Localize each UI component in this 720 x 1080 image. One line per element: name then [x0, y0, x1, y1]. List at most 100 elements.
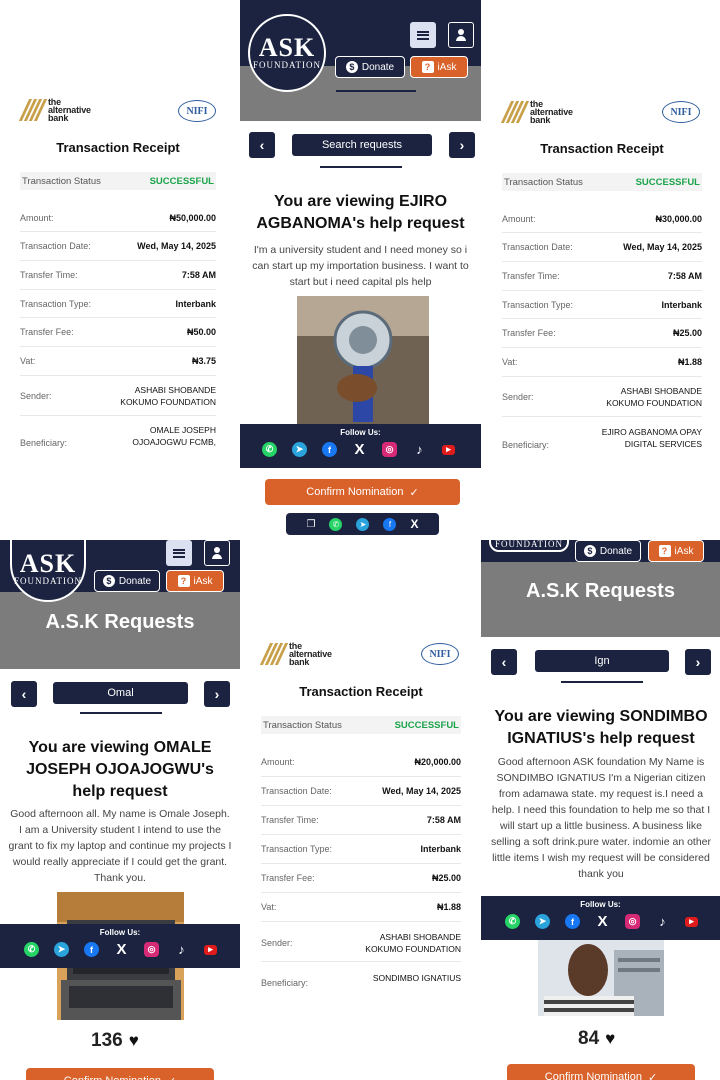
time-label: Transfer Time: — [20, 270, 78, 280]
ask-foundation-logo[interactable]: FOUNDATION — [489, 540, 569, 552]
vat-value: ₦1.88 — [436, 902, 461, 912]
search-input[interactable]: Ign — [535, 650, 669, 672]
sender-label: Sender: — [261, 937, 293, 948]
donate-button[interactable]: $ Donate — [94, 570, 160, 592]
confirm-nomination-button[interactable]: Confirm Nomination ✓ — [507, 1064, 695, 1080]
confirm-nomination-button[interactable]: Confirm Nomination ✓ — [26, 1068, 214, 1080]
copy-icon[interactable]: ❐ — [307, 519, 316, 530]
instagram-icon[interactable]: ◎ — [625, 914, 640, 929]
iask-button[interactable]: ? iAsk — [648, 540, 704, 562]
x-icon[interactable]: X — [595, 913, 610, 930]
type-value: Interbank — [420, 844, 461, 854]
site-title: A.S.K Requests — [526, 580, 675, 602]
donate-label: Donate — [599, 545, 633, 557]
instagram-icon[interactable]: ◎ — [382, 442, 397, 457]
tiktok-icon[interactable]: ♪ — [174, 942, 189, 957]
menu-button[interactable] — [410, 22, 436, 48]
facebook-icon[interactable]: f — [322, 442, 337, 457]
fan-photo-graphic — [297, 296, 429, 426]
receipt-panel-omale: the alternative bank NIFI Transaction Re… — [0, 0, 236, 470]
heart-icon[interactable]: ♥ — [129, 1031, 139, 1051]
prev-request-button[interactable]: ‹ — [249, 132, 275, 158]
receipt-title: Transaction Receipt — [56, 140, 180, 155]
status-label: Transaction Status — [504, 176, 583, 188]
fee-value: ₦25.00 — [672, 328, 702, 338]
whatsapp-icon[interactable]: ✆ — [262, 442, 277, 457]
tiktok-icon[interactable]: ♪ — [412, 442, 427, 457]
sender-value: ASHABI SHOBANDE KOKUMO FOUNDATION — [606, 385, 702, 409]
date-value: Wed, May 14, 2025 — [137, 241, 216, 251]
search-requests-button[interactable]: Search requests — [292, 134, 432, 156]
type-row: Transaction Type: Interbank — [502, 291, 702, 319]
fee-row: Transfer Fee: ₦25.00 — [502, 319, 702, 348]
request-heading: You are viewing EJIRO AGBANOMA's help re… — [256, 193, 465, 232]
chevron-left-icon: ‹ — [259, 137, 265, 153]
amount-value: ₦30,000.00 — [655, 213, 702, 224]
next-request-button[interactable]: › — [449, 132, 475, 158]
date-value: Wed, May 14, 2025 — [382, 786, 461, 796]
iask-button[interactable]: ? iAsk — [166, 570, 224, 592]
vat-label: Vat: — [20, 356, 36, 366]
vat-row: Vat: ₦1.88 — [502, 348, 702, 377]
telegram-icon[interactable]: ➤ — [535, 914, 550, 929]
donate-button[interactable]: $ Donate — [335, 56, 405, 78]
iask-button[interactable]: ? iAsk — [410, 56, 468, 78]
date-row: Transaction Date: Wed, May 14, 2025 — [261, 777, 461, 806]
facebook-icon[interactable]: f — [383, 517, 397, 531]
profile-button[interactable] — [448, 22, 474, 48]
check-icon: ✓ — [167, 1075, 176, 1080]
facebook-icon[interactable]: f — [565, 914, 580, 929]
vat-row: Vat: ₦3.75 — [20, 347, 216, 376]
site-title: A.S.K Requests — [45, 611, 195, 633]
amount-label: Amount: — [20, 212, 54, 223]
transaction-status-row: Transaction Status SUCCESSFUL — [261, 716, 461, 734]
heart-icon[interactable]: ♥ — [605, 1029, 615, 1049]
hamburger-menu-icon — [173, 548, 185, 558]
donate-button[interactable]: $ Donate — [575, 540, 641, 562]
whatsapp-icon[interactable]: ✆ — [505, 914, 520, 929]
x-icon[interactable]: X — [114, 941, 129, 958]
beneficiary-line: OJOAJOGWU FCMB, — [132, 437, 216, 447]
next-request-button[interactable]: › — [204, 681, 230, 707]
donate-label: Donate — [118, 575, 152, 587]
user-icon — [455, 29, 467, 41]
date-label: Transaction Date: — [502, 242, 573, 252]
x-icon[interactable]: X — [410, 517, 418, 531]
prev-request-button[interactable]: ‹ — [11, 681, 37, 707]
whatsapp-icon[interactable]: ✆ — [24, 942, 39, 957]
youtube-icon[interactable]: ▸ — [685, 916, 698, 927]
whatsapp-icon[interactable]: ✆ — [329, 517, 343, 531]
type-label: Transaction Type: — [261, 844, 333, 854]
confirm-nomination-button[interactable]: Confirm Nomination ✓ — [265, 479, 460, 505]
youtube-icon[interactable]: ▸ — [442, 444, 455, 455]
fee-row: Transfer Fee: ₦50.00 — [20, 318, 216, 347]
amount-label: Amount: — [261, 757, 295, 767]
prev-request-button[interactable]: ‹ — [491, 649, 517, 675]
search-input[interactable]: Omal — [53, 682, 188, 704]
chevron-right-icon: › — [214, 686, 220, 702]
check-icon: ✓ — [647, 1071, 658, 1080]
logo-subtext: FOUNDATION — [495, 540, 563, 549]
sender-value: ASHABI SHOBANDE KOKUMO FOUNDATION — [120, 384, 216, 408]
search-underline — [80, 712, 162, 714]
tiktok-icon[interactable]: ♪ — [655, 914, 670, 929]
date-label: Transaction Date: — [261, 786, 332, 796]
telegram-icon[interactable]: ➤ — [292, 442, 307, 457]
instagram-icon[interactable]: ◎ — [144, 942, 159, 957]
follow-us-bar: Follow Us: ✆ ➤ f X ◎ ♪ ▸ — [240, 424, 481, 468]
facebook-icon[interactable]: f — [84, 942, 99, 957]
telegram-icon[interactable]: ➤ — [356, 517, 370, 531]
youtube-icon[interactable]: ▸ — [204, 944, 217, 955]
fee-row: Transfer Fee: ₦25.00 — [261, 864, 461, 893]
ask-foundation-logo[interactable]: ASK FOUNDATION — [248, 14, 326, 92]
nifi-logo: NIFI — [662, 101, 700, 123]
profile-button[interactable] — [204, 540, 230, 566]
type-label: Transaction Type: — [20, 298, 92, 309]
time-value: 7:58 AM — [667, 271, 702, 281]
telegram-icon[interactable]: ➤ — [54, 942, 69, 957]
menu-button[interactable] — [166, 540, 192, 566]
donate-dollar-icon: $ — [345, 61, 358, 73]
x-icon[interactable]: X — [352, 441, 367, 458]
next-request-button[interactable]: › — [685, 649, 711, 675]
time-row: Transfer Time: 7:58 AM — [261, 806, 461, 835]
